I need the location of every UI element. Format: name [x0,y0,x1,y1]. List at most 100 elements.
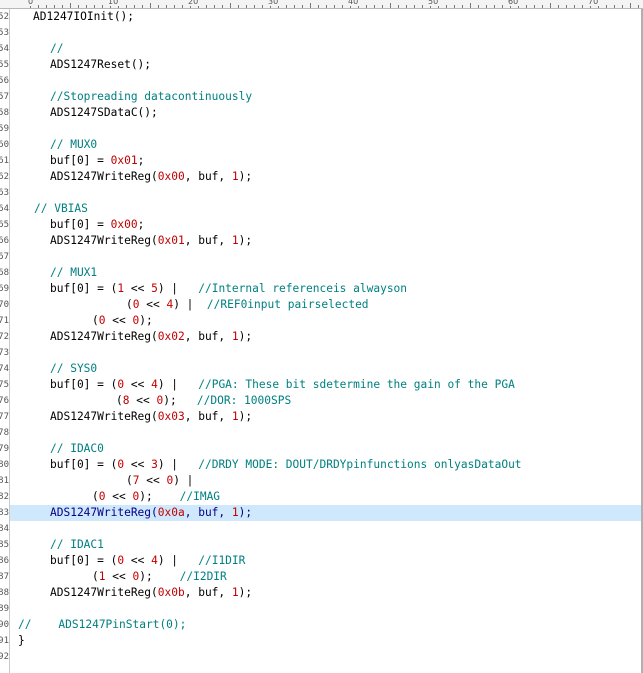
ruler-tick [534,5,535,8]
code-text: AD1247IOInit(); [33,10,135,23]
code-line[interactable]: // MUX0 [10,137,641,153]
ruler-label: 20 [187,0,200,6]
ruler-tick [158,5,159,8]
code-comment: // SYS0 [50,362,98,375]
code-text: ADS1247WriteReg( [50,170,158,183]
ruler-tick [502,5,503,8]
code-line[interactable]: // ADS1247PinStart(0); [10,617,641,633]
code-line[interactable]: buf[0] = 0x01; [10,153,641,169]
code-line[interactable]: // MUX1 [10,265,641,281]
code-line[interactable]: (0 << 0); [10,313,641,329]
code-line[interactable]: (1 << 0); //I2DIR [10,569,641,585]
code-text: ); [238,506,253,519]
code-line[interactable] [10,121,641,137]
code-line[interactable]: } [10,633,641,649]
code-text: << [105,490,133,503]
code-text: ) | [157,282,199,295]
code-text: ADS1247WriteReg( [50,330,158,343]
code-line[interactable]: ADS1247WriteReg(0x03, buf, 1); [10,409,641,425]
code-line[interactable] [10,345,641,361]
code-line[interactable] [10,73,641,89]
ruler-tick [38,5,39,8]
code-text: << [124,378,152,391]
code-line[interactable]: buf[0] = (1 << 5) | //Internal reference… [10,281,641,297]
code-number: 5 [151,282,158,295]
code-text: ); [238,410,253,423]
code-editor[interactable]: 010203040506070 525354555657585960616263… [0,0,643,673]
line-number: 61 [0,156,9,166]
line-number: 56 [0,76,9,86]
code-line[interactable]: AD1247IOInit(); [10,9,641,25]
code-line[interactable]: buf[0] = (0 << 4) | //PGA: These bit sde… [10,377,641,393]
line-number-gutter: 52 53 54 55 56 57 58 59 60 61 62 63 64 65 66 67 68 69 70 71… [0,9,10,673]
code-line[interactable]: //Stopreading datacontinuously [10,89,641,105]
code-text: buf[0] = ( [50,554,118,567]
code-text: } [18,634,25,647]
code-line[interactable] [10,185,641,201]
ruler-tick [326,5,327,8]
ruler-tick [286,5,287,8]
ruler-tick [302,5,303,8]
code-text: , buf, [184,170,232,183]
ruler-tick [46,5,47,8]
line-number: 89 [0,604,9,614]
code-number: 0x0b [157,586,185,599]
code-line[interactable]: (0 << 0); //IMAG [10,489,641,505]
code-number: 1 [231,330,239,343]
code-number: 1 [231,410,239,423]
code-comment: // IDAC1 [50,538,104,551]
code-line[interactable]: // VBIAS [10,201,641,217]
code-line[interactable]: ADS1247WriteReg(0x01, buf, 1); [10,233,641,249]
code-line[interactable]: ADS1247Reset(); [10,57,641,73]
code-line[interactable]: // [10,41,641,57]
code-line[interactable] [10,425,641,441]
code-line[interactable] [10,521,641,537]
code-line[interactable]: (0 << 4) | //REF0input pairselected [10,297,641,313]
line-number: 73 [0,348,9,358]
code-line[interactable] [10,649,641,665]
code-comment: //Stopreading datacontinuously [50,90,253,103]
code-line[interactable]: buf[0] = (0 << 4) | //I1DIR [10,553,641,569]
current-code-line[interactable]: ADS1247WriteReg(0x0a, buf, 1); [10,505,641,521]
ruler-tick [78,5,79,8]
code-text: ) | [157,458,199,471]
code-text: buf[0] = ( [50,282,118,295]
ruler-tick [550,3,551,8]
code-text: ); [238,170,253,183]
code-line[interactable]: buf[0] = (0 << 3) | //DRDY MODE: DOUT/DR… [10,457,641,473]
code-line[interactable]: // SYS0 [10,361,641,377]
ruler-tick [390,3,391,8]
code-line[interactable]: // IDAC0 [10,441,641,457]
code-text: , buf, [184,234,232,247]
code-line[interactable]: ADS1247WriteReg(0x00, buf, 1); [10,169,641,185]
ruler-tick [238,5,239,8]
code-line[interactable]: ADS1247WriteReg(0x0b, buf, 1); [10,585,641,601]
code-line[interactable]: buf[0] = 0x00; [10,217,641,233]
code-line[interactable]: ADS1247WriteReg(0x02, buf, 1); [10,329,641,345]
line-number: 77 [0,412,9,422]
code-line[interactable] [10,25,641,41]
code-number: 0x00 [157,170,185,183]
code-line[interactable]: (8 << 0); //DOR: 1000SPS [10,393,641,409]
ruler-tick [318,5,319,8]
line-number: 78 [0,428,9,438]
ruler-tick [134,5,135,8]
code-text: ( [92,314,99,327]
code-line[interactable] [10,249,641,265]
code-text: buf[0] = ( [50,458,118,471]
code-text-area[interactable]: AD1247IOInit(); // ADS1247Reset(); //Stopre… [10,9,641,673]
code-text: buf[0] = ( [50,378,118,391]
code-text: ADS1247Reset(); [50,58,152,71]
code-text: ( [92,490,99,503]
ruler-tick [606,5,607,8]
code-comment: // VBIAS [34,202,88,215]
code-line[interactable] [10,601,641,617]
code-line[interactable]: (7 << 0) | [10,473,641,489]
code-text: << [105,314,133,327]
code-line[interactable]: ADS1247SDataC(); [10,105,641,121]
ruler-tick [166,5,167,8]
ruler-tick [214,5,215,8]
code-text: ( [126,298,133,311]
ruler-tick [254,5,255,8]
code-line[interactable]: // IDAC1 [10,537,641,553]
